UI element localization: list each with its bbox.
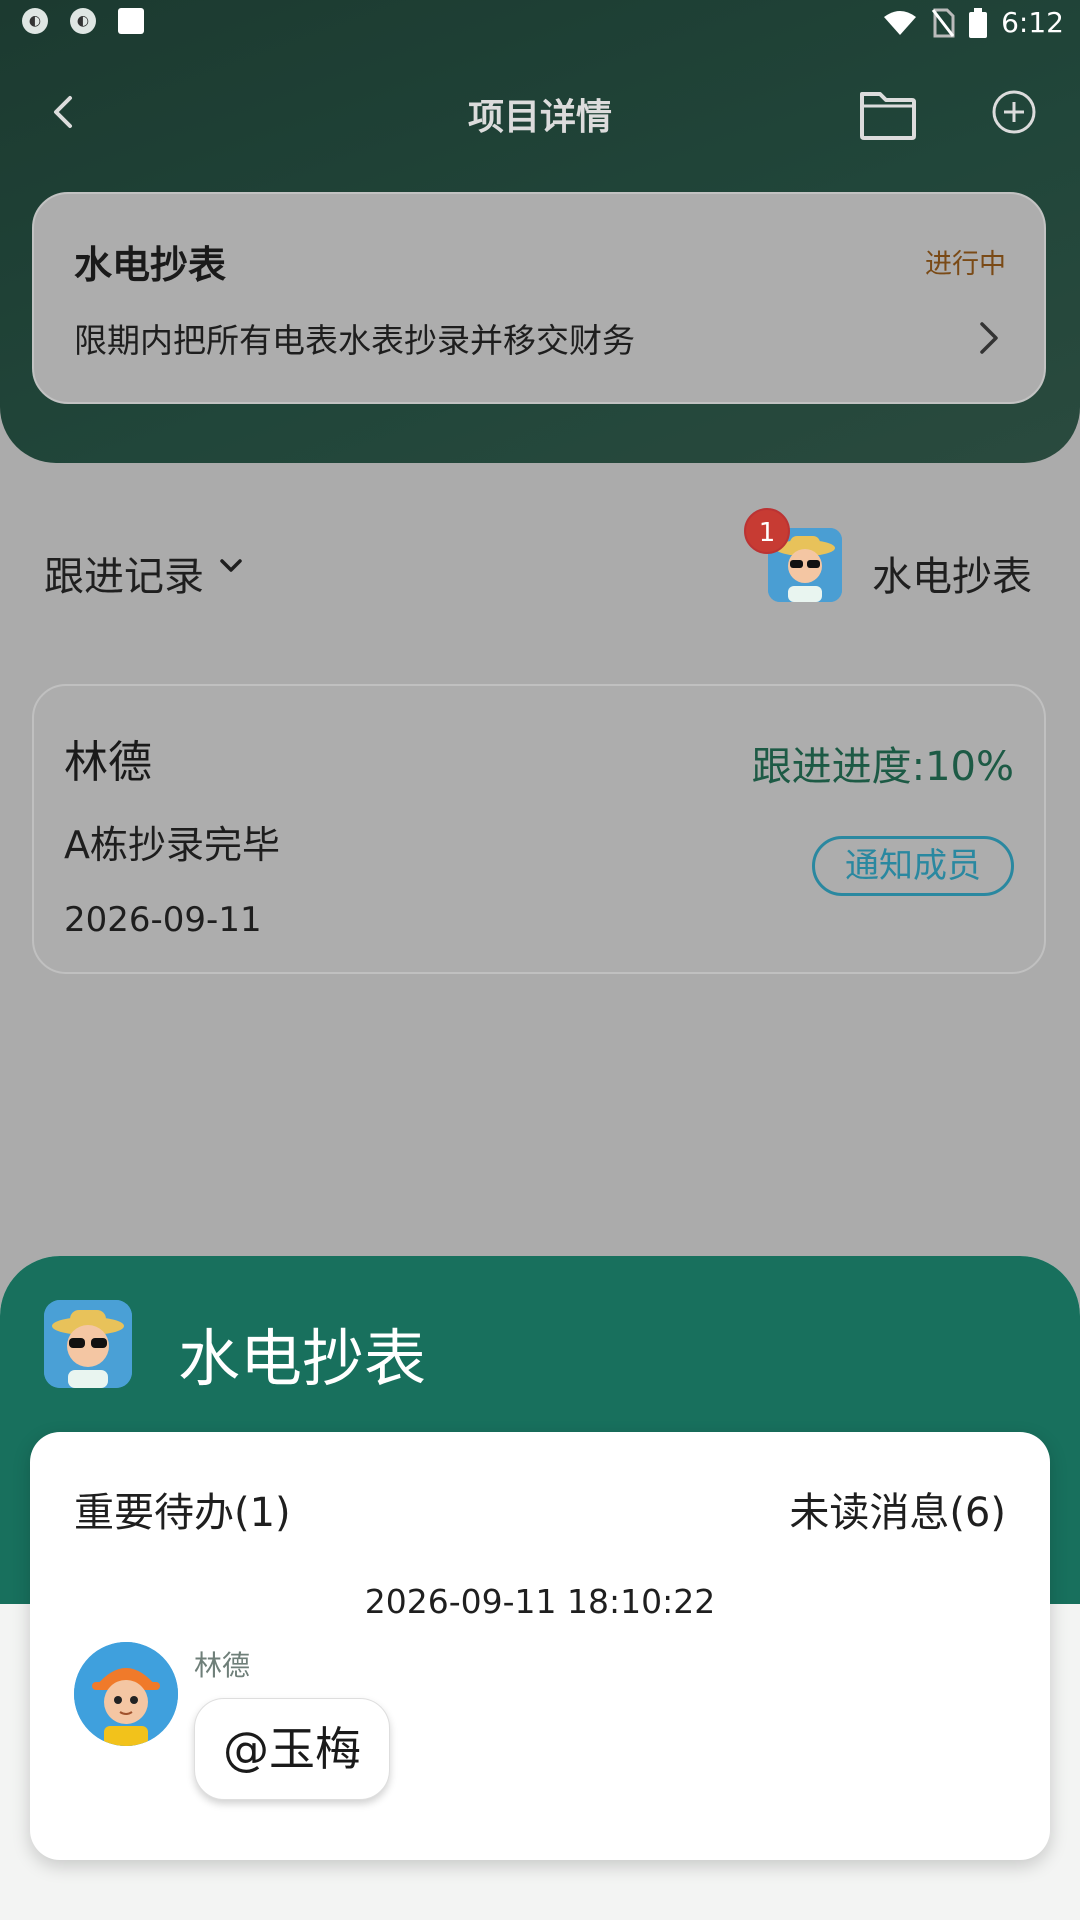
page-title: 项目详情 [467, 97, 612, 138]
unread-messages-tab[interactable]: 未读消息(6) [789, 1480, 1006, 1538]
important-todo-tab[interactable]: 重要待办(1) [74, 1480, 291, 1538]
project-title: 水电抄表 [74, 243, 227, 287]
chevron-right-icon [980, 322, 998, 354]
project-description: 限期内把所有电表水表抄录并移交财务 [74, 321, 635, 360]
follow-project-name[interactable]: 水电抄表 [872, 544, 1032, 602]
add-button[interactable] [990, 88, 1038, 136]
follow-records-dropdown[interactable]: 跟进记录 [44, 544, 204, 602]
battery-icon [969, 7, 988, 38]
record-progress: 跟进进度:10% [751, 744, 1014, 790]
chevron-down-icon[interactable] [218, 556, 244, 576]
no-sim-icon [931, 8, 955, 37]
status-right: 6:12 [883, 6, 1064, 39]
notify-members-button[interactable]: 通知成员 [812, 836, 1014, 896]
message-bubble[interactable]: @玉梅 [194, 1698, 390, 1800]
record-card[interactable]: 林德 跟进进度:10% A栋抄录完毕 2026-09-11 通知成员 [32, 684, 1046, 974]
cartoon-boy-sunglasses-icon [44, 1300, 132, 1388]
message-time: 2026-09-11 18:10:22 [364, 1582, 716, 1621]
message-card: 重要待办(1) 未读消息(6) 2026-09-11 18:10:22 林德 @… [30, 1432, 1050, 1860]
project-status: 进行中 [925, 249, 1006, 280]
wifi-icon [884, 10, 917, 35]
record-text: A栋抄录完毕 [64, 823, 280, 867]
sheet-avatar [44, 1300, 132, 1388]
sender-name: 林德 [194, 1649, 251, 1682]
cartoon-boy-cap-icon [74, 1642, 178, 1746]
unread-badge: 1 [744, 508, 790, 554]
record-name: 林德 [64, 737, 152, 788]
status-time: 6:12 [1001, 6, 1064, 39]
sheet-title: 水电抄表 [178, 1322, 427, 1395]
status-bar: ◐ ◐ 6:12 [0, 0, 1080, 52]
sender-avatar[interactable] [74, 1642, 178, 1746]
app-icon: ◐ [22, 8, 48, 34]
plus-circle-icon [992, 90, 1036, 134]
folder-icon [860, 92, 916, 140]
project-card[interactable]: 水电抄表 进行中 限期内把所有电表水表抄录并移交财务 [32, 192, 1046, 404]
record-date: 2026-09-11 [64, 900, 262, 940]
image-icon [118, 8, 144, 34]
folder-button[interactable] [858, 84, 918, 144]
app-icon: ◐ [70, 8, 96, 34]
status-left-icons: ◐ ◐ [22, 8, 144, 34]
